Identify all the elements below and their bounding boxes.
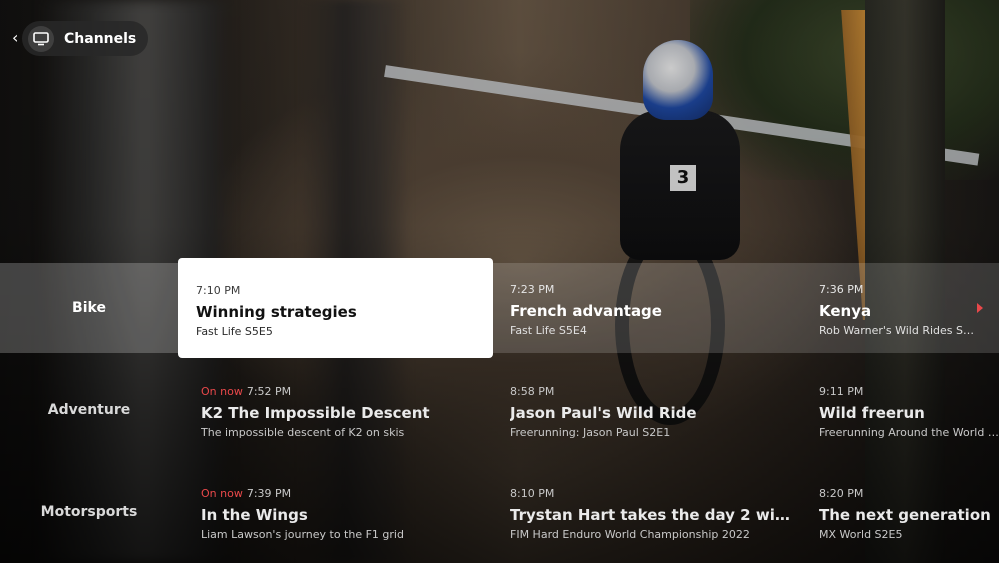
on-now-badge: On now — [201, 487, 243, 500]
channels-label: Channels — [64, 30, 137, 47]
program-subtitle: Freerunning: Jason Paul S2E1 — [510, 426, 671, 439]
program-tile[interactable]: On now 7:39 PM In the Wings Liam Lawson's… — [201, 467, 496, 557]
program-subtitle: Liam Lawson's journey to the F1 grid — [201, 528, 404, 541]
channel-label-bike[interactable]: Bike — [0, 263, 178, 353]
program-time: 8:20 PM — [819, 487, 864, 500]
program-title: In the Wings — [201, 506, 308, 524]
program-tile[interactable]: 7:36 PM Kenya Rob Warner's Wild Rides S1… — [819, 263, 979, 353]
program-title: French advantage — [510, 302, 662, 320]
program-subtitle: FIM Hard Enduro World Championship 2022 — [510, 528, 750, 541]
program-subtitle: Freerunning Around the World S1E4 — [819, 426, 999, 439]
program-time: 7:36 PM — [819, 283, 864, 296]
program-time: On now 7:39 PM — [201, 487, 292, 500]
program-tile[interactable]: 9:11 PM Wild freerun Freerunning Around … — [819, 365, 999, 455]
scroll-right-icon[interactable] — [977, 303, 983, 313]
program-subtitle: MX World S2E5 — [819, 528, 903, 541]
tv-icon — [28, 25, 54, 52]
program-title: Wild freerun — [819, 404, 925, 422]
program-tile-selected[interactable]: 7:10 PM Winning strategies Fast Life S5E… — [178, 258, 493, 358]
program-subtitle: Fast Life S5E4 — [510, 324, 587, 337]
guide-row-bike: Bike 7:10 PM Winning strategies Fast Lif… — [0, 258, 999, 358]
program-tile[interactable]: On now 7:52 PM K2 The Impossible Descent … — [201, 365, 496, 455]
program-title: Jason Paul's Wild Ride — [510, 404, 697, 422]
program-time: 7:23 PM — [510, 283, 555, 296]
program-subtitle: The impossible descent of K2 on skis — [201, 426, 405, 439]
program-tile[interactable]: 8:20 PM The next generation MX World S2E… — [819, 467, 999, 557]
program-subtitle: Rob Warner's Wild Rides S1E1 — [819, 324, 979, 337]
program-time: 8:10 PM — [510, 487, 555, 500]
program-time: 8:58 PM — [510, 385, 555, 398]
on-now-badge: On now — [201, 385, 243, 398]
guide-row-motorsports: Motorsports On now 7:39 PM In the Wings L… — [0, 467, 999, 557]
program-tile[interactable]: 8:58 PM Jason Paul's Wild Ride Freerunni… — [510, 365, 800, 455]
channel-label-motorsports[interactable]: Motorsports — [0, 467, 178, 557]
guide-row-adventure: Adventure On now 7:52 PM K2 The Impossibl… — [0, 365, 999, 455]
program-time: 9:11 PM — [819, 385, 864, 398]
program-title: Trystan Hart takes the day 2 win a… — [510, 506, 800, 524]
channels-button[interactable]: Channels — [22, 21, 149, 56]
channel-label-adventure[interactable]: Adventure — [0, 365, 178, 455]
chevron-left-icon[interactable]: ‹ — [12, 28, 18, 47]
program-subtitle: Fast Life S5E5 — [196, 325, 273, 338]
program-title: K2 The Impossible Descent — [201, 404, 430, 422]
program-title: Winning strategies — [196, 303, 357, 321]
program-tile[interactable]: 7:23 PM French advantage Fast Life S5E4 — [510, 263, 800, 353]
program-title: Kenya — [819, 302, 872, 320]
program-title: The next generation — [819, 506, 991, 524]
program-tile[interactable]: 8:10 PM Trystan Hart takes the day 2 win… — [510, 467, 800, 557]
program-time: 7:10 PM — [196, 284, 241, 297]
program-time: On now 7:52 PM — [201, 385, 292, 398]
